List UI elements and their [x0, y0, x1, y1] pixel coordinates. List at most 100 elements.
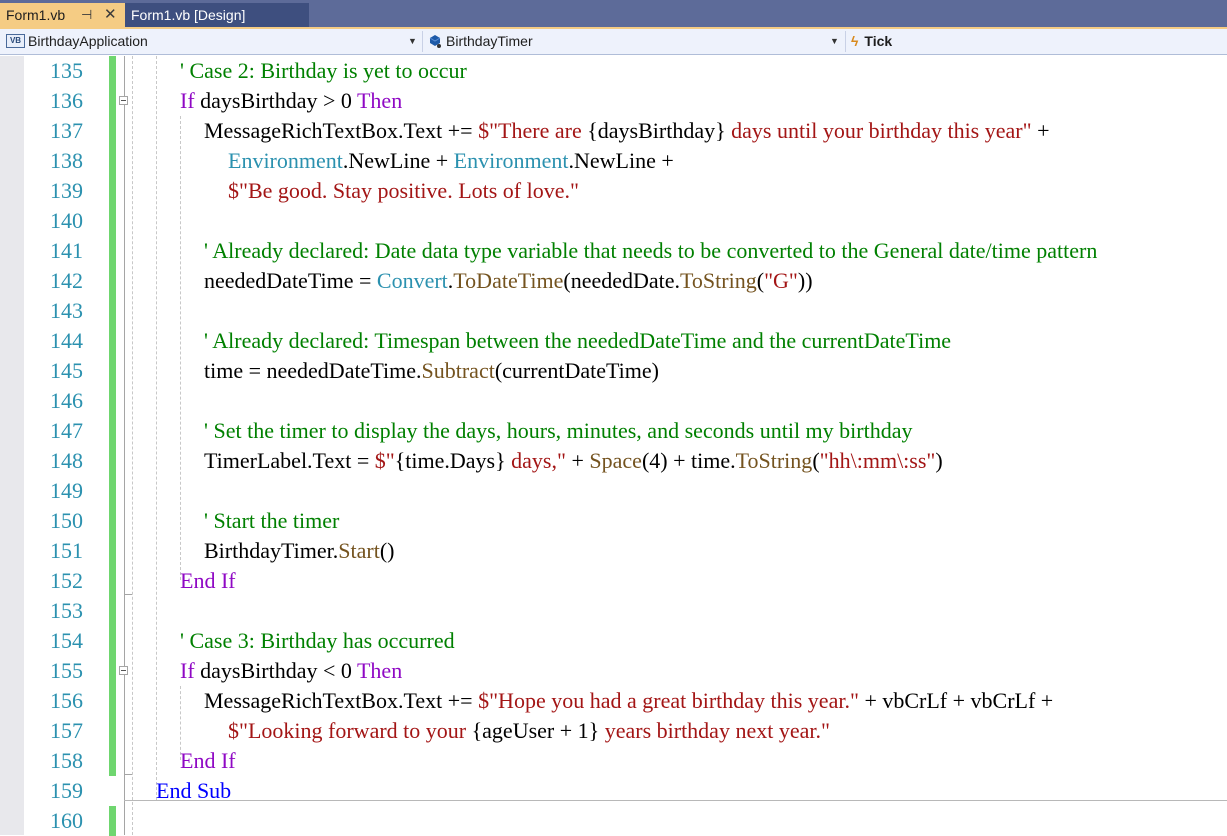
project-dropdown[interactable]: VB BirthdayApplication ▼ [6, 29, 420, 54]
code-token: Environment [453, 148, 569, 173]
code-token: ' Set the timer to display the days, hou… [204, 418, 913, 443]
code-line[interactable]: 139 $"Be good. Stay positive. Lots of lov… [24, 176, 1227, 206]
code-line[interactable]: 152 End If [24, 566, 1227, 596]
code-token: .NewLine + [568, 148, 674, 173]
code-line[interactable]: 150 ' Start the timer [24, 506, 1227, 536]
change-indicator-bar [109, 146, 116, 176]
code-token: (4) + time. [641, 448, 736, 473]
code-token: $"Be good. Stay positive. Lots of love." [228, 178, 579, 203]
code-line[interactable]: 146 [24, 386, 1227, 416]
code-line[interactable]: 154 ' Case 3: Birthday has occurred [24, 626, 1227, 656]
code-token: End If [180, 568, 236, 593]
code-token: ' Already declared: Date data type varia… [204, 238, 1098, 263]
line-number: 156 [50, 688, 83, 713]
code-token: End If [180, 748, 236, 773]
code-line[interactable]: 156 MessageRichTextBox.Text += $"Hope you… [24, 686, 1227, 716]
line-number: 150 [50, 508, 83, 533]
code-line[interactable]: 160 [24, 806, 1227, 836]
code-text: End If [180, 566, 236, 596]
code-line[interactable]: 148 TimerLabel.Text = $"{time.Days} days,… [24, 446, 1227, 476]
code-line[interactable]: 143 [24, 296, 1227, 326]
code-token: $"Hope you had a great birthday this yea… [478, 688, 859, 713]
code-line[interactable]: 137 MessageRichTextBox.Text += $"There ar… [24, 116, 1227, 146]
code-token: If [180, 658, 195, 683]
change-indicator-bar [109, 476, 116, 506]
code-line[interactable]: 145 time = neededDateTime.Subtract(curren… [24, 356, 1227, 386]
change-indicator-bar [109, 716, 116, 746]
chevron-down-icon[interactable]: ▼ [408, 29, 417, 54]
navigation-bar: VB BirthdayApplication ▼ BirthdayTimer ▼ … [0, 29, 1227, 55]
code-line[interactable]: 147 ' Set the timer to display the days, … [24, 416, 1227, 446]
code-line[interactable]: 151 BirthdayTimer.Start() [24, 536, 1227, 566]
line-number: 158 [50, 748, 83, 773]
change-indicator-bar [109, 566, 116, 596]
code-line[interactable]: 155 If daysBirthday < 0 Then [24, 656, 1227, 686]
object-dropdown[interactable]: BirthdayTimer ▼ [428, 29, 842, 54]
code-text: ' Set the timer to display the days, hou… [204, 416, 912, 446]
member-dropdown[interactable]: ϟ Tick [851, 29, 1221, 54]
code-line[interactable]: 135 ' Case 2: Birthday is yet to occur [24, 56, 1227, 86]
code-token: "G" [764, 268, 798, 293]
line-number: 152 [50, 568, 83, 593]
change-indicator-bar [109, 686, 116, 716]
close-icon[interactable]: ✕ [104, 3, 117, 27]
line-number: 160 [50, 808, 83, 833]
object-label: BirthdayTimer [446, 33, 533, 49]
code-line[interactable]: 153 [24, 596, 1227, 626]
tab-form1-vb[interactable]: Form1.vb ⊣ ✕ [0, 3, 125, 27]
line-number: 144 [50, 328, 83, 353]
chevron-down-icon[interactable]: ▼ [830, 29, 839, 54]
code-editor[interactable]: 135 ' Case 2: Birthday is yet to occur 136… [24, 56, 1227, 836]
code-token: ' Start the timer [204, 508, 340, 533]
change-indicator-bar [109, 236, 116, 266]
code-token: daysBirthday < 0 [194, 658, 357, 683]
code-text: MessageRichTextBox.Text += $"Hope you ha… [204, 686, 1053, 716]
tab-form1-design[interactable]: Form1.vb [Design] [125, 3, 309, 27]
code-token: ' Case 3: Birthday has occurred [180, 628, 455, 653]
line-number: 151 [50, 538, 83, 563]
code-line[interactable]: 157 $"Looking forward to your {ageUser + … [24, 716, 1227, 746]
code-line[interactable]: 141 ' Already declared: Date data type va… [24, 236, 1227, 266]
code-line[interactable]: 138 Environment.NewLine + Environment.New… [24, 146, 1227, 176]
code-text: time = neededDateTime.Subtract(currentDa… [204, 356, 659, 386]
code-token: years birthday next year." [599, 718, 830, 743]
code-token: Then [356, 658, 403, 683]
line-number: 135 [50, 58, 83, 83]
code-token: ToDateTime [453, 268, 564, 293]
code-line[interactable]: 140 [24, 206, 1227, 236]
code-token: (neededDate. [563, 268, 681, 293]
code-line[interactable]: 142 neededDateTime = Convert.ToDateTime(n… [24, 266, 1227, 296]
line-number: 148 [50, 448, 83, 473]
change-indicator-bar [109, 596, 116, 626]
line-number: 141 [50, 238, 83, 263]
document-tab-bar: Form1.vb ⊣ ✕ Form1.vb [Design] [0, 0, 1227, 27]
code-line[interactable]: 158 End If [24, 746, 1227, 776]
code-text: $"Looking forward to your {ageUser + 1} … [228, 716, 830, 746]
code-token: Convert [376, 268, 448, 293]
line-number: 145 [50, 358, 83, 383]
code-token: )) [797, 268, 813, 293]
change-indicator-bar [109, 806, 116, 836]
event-bolt-icon: ϟ [851, 33, 859, 49]
code-line[interactable]: 159 End Sub [24, 776, 1227, 806]
code-line[interactable]: 144 ' Already declared: Timespan between … [24, 326, 1227, 356]
change-indicator-bar [109, 86, 116, 116]
code-line[interactable]: 136 If daysBirthday > 0 Then [24, 86, 1227, 116]
change-indicator-bar [109, 386, 116, 416]
project-label: BirthdayApplication [28, 33, 148, 49]
code-text: ' Start the timer [204, 506, 339, 536]
code-token: Space [589, 448, 642, 473]
code-line[interactable]: 149 [24, 476, 1227, 506]
line-number: 143 [50, 298, 83, 323]
code-text: ' Case 3: Birthday has occurred [180, 626, 455, 656]
pin-icon[interactable]: ⊣ [81, 3, 92, 27]
code-token: $"There are [478, 118, 588, 143]
code-token: () [379, 538, 395, 563]
change-indicator-bar [109, 446, 116, 476]
line-number: 157 [50, 718, 83, 743]
code-token: ' Case 2: Birthday is yet to occur [180, 58, 467, 83]
vb-project-icon: VB [6, 33, 25, 48]
code-token: days until your birthday this year" [725, 118, 1032, 143]
change-indicator-bar [109, 206, 116, 236]
change-indicator-bar [109, 656, 116, 686]
